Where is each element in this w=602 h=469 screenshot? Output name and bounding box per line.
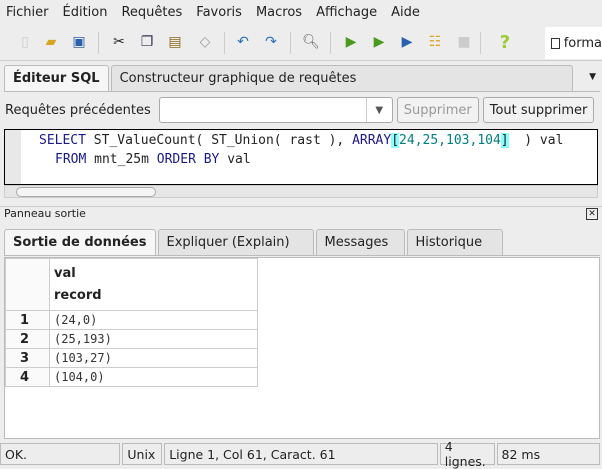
query-line-2: FROM mnt_25m ORDER BY val: [55, 152, 251, 167]
data-grid: val record 1 (24,0) 2 (25,193) 3 (103,27) 4(…: [4, 257, 600, 439]
tab-menu-arrow-icon[interactable]: ▼: [589, 72, 596, 82]
menu-affichage[interactable]: Affichage: [316, 5, 377, 20]
execute-pgscript-icon[interactable]: ▶: [370, 33, 388, 51]
chevron-down-icon[interactable]: ▼: [365, 98, 392, 122]
column-header-val[interactable]: val record: [49, 258, 258, 311]
menu-macros[interactable]: Macros: [256, 5, 302, 20]
format-checkbox[interactable]: forma: [545, 27, 602, 59]
menu-fichier[interactable]: Fichier: [6, 5, 49, 20]
redo-icon[interactable]: ↷: [262, 33, 280, 51]
execute-to-file-icon[interactable]: ▶: [398, 33, 416, 51]
menu-requetes[interactable]: Requêtes: [121, 5, 182, 20]
menu-edition[interactable]: Édition: [63, 5, 108, 20]
history-row: Requêtes précédentes ▼ Supprimer Tout su…: [0, 94, 602, 126]
table-row: 4 (104,0): [5, 367, 258, 387]
tab-messages[interactable]: Messages: [315, 229, 405, 255]
eraser-icon[interactable]: ◇: [196, 33, 214, 51]
status-eol: Unix: [122, 443, 163, 465]
output-tabbar: Sortie de données Expliquer (Explain) Me…: [4, 228, 600, 256]
format-label: forma: [563, 35, 602, 51]
copy-icon[interactable]: ❐: [138, 33, 156, 51]
cut-icon[interactable]: ✂: [110, 33, 128, 51]
status-message: OK.: [0, 443, 121, 465]
execute-icon[interactable]: ▶: [342, 33, 360, 51]
sql-editor[interactable]: SELECT ST_ValueCount( ST_Union( rast ), …: [4, 129, 598, 185]
open-folder-icon[interactable]: ▰: [42, 33, 60, 51]
delete-all-button[interactable]: Tout supprimer: [482, 97, 595, 123]
save-icon[interactable]: ▣: [70, 33, 88, 51]
menu-aide[interactable]: Aide: [391, 5, 420, 20]
status-row-count: 4 lignes.: [439, 439, 495, 469]
find-icon[interactable]: 🔍︎: [302, 33, 320, 51]
status-time: 82 ms: [496, 443, 600, 465]
menubar: Fichier Édition Requêtes Favoris Macros …: [0, 0, 602, 25]
horizontal-scrollbar[interactable]: [4, 185, 598, 198]
toolbar: ▯ ▰ ▣ ✂ ❐ ▤ ◇ ↶ ↷ 🔍︎ ▶ ▶ ▶ ☷ ■ ?: [0, 25, 602, 61]
history-label: Requêtes précédentes: [5, 102, 151, 118]
help-icon[interactable]: ?: [496, 32, 514, 53]
cancel-query-icon: ■: [457, 34, 471, 50]
tab-history[interactable]: Historique: [406, 229, 503, 255]
explain-icon[interactable]: ☷: [426, 33, 444, 51]
menu-favoris[interactable]: Favoris: [196, 5, 242, 20]
output-panel-title: Panneau sortie: [0, 206, 602, 222]
delete-button: Supprimer: [396, 97, 479, 123]
table-row: 1 (24,0): [5, 310, 258, 330]
close-icon[interactable]: ✕: [586, 208, 598, 220]
tab-sql-editor[interactable]: Éditeur SQL: [4, 65, 109, 91]
history-combo[interactable]: ▼: [158, 97, 393, 123]
tab-graphical-query-builder[interactable]: Constructeur graphique de requêtes: [110, 65, 573, 91]
sql-tabbar: Éditeur SQL Constructeur graphique de re…: [4, 64, 600, 92]
new-file-icon[interactable]: ▯: [16, 33, 34, 51]
query-line-1: SELECT ST_ValueCount( ST_Union( rast ), …: [39, 133, 564, 148]
status-position: Ligne 1, Col 61, Caract. 61: [164, 443, 438, 465]
table-row: 3 (103,27): [5, 348, 258, 368]
undo-icon[interactable]: ↶: [234, 33, 252, 51]
statusbar: OK. Unix Ligne 1, Col 61, Caract. 61 4 l…: [0, 439, 602, 469]
paste-icon[interactable]: ▤: [166, 33, 184, 51]
tab-explain[interactable]: Expliquer (Explain): [157, 229, 314, 255]
tab-data-output[interactable]: Sortie de données: [4, 229, 156, 255]
table-row: 2 (25,193): [5, 329, 258, 349]
